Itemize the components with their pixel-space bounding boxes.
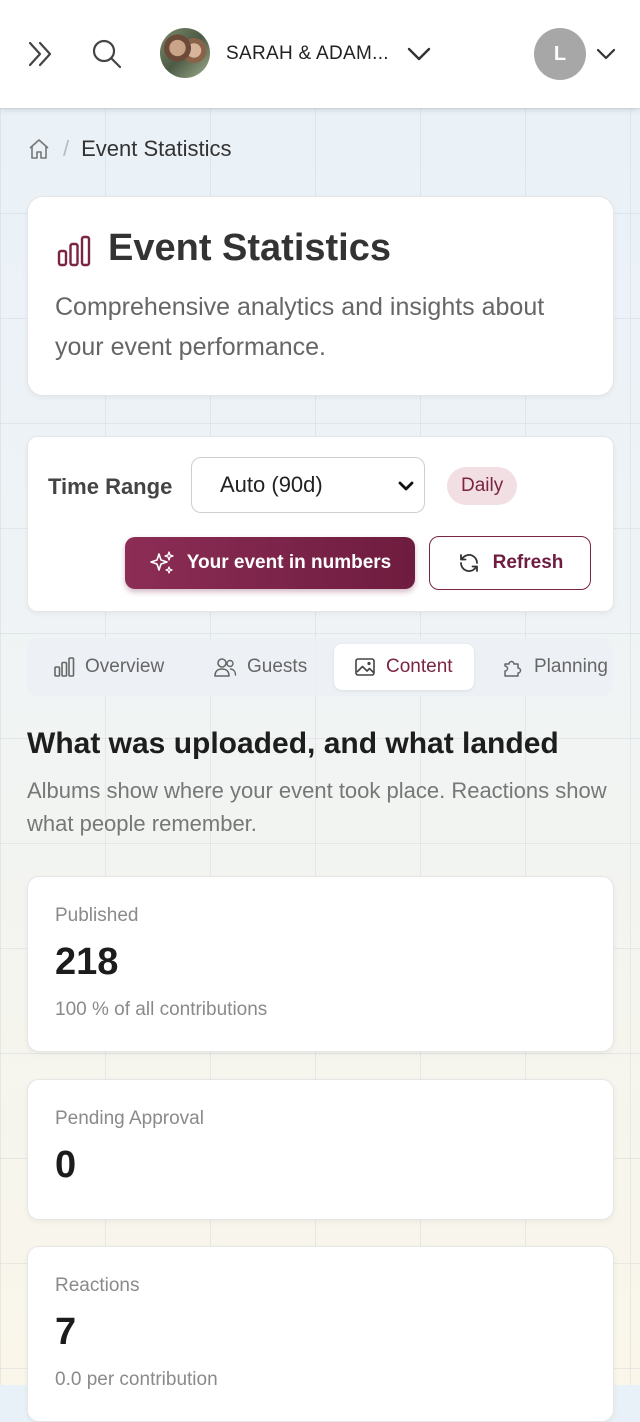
page-subtitle: Comprehensive analytics and insights abo…	[55, 293, 545, 361]
tab-label: Overview	[85, 656, 165, 677]
tab-label: Guests	[247, 656, 308, 677]
event-in-numbers-button[interactable]: Your event in numbers	[125, 537, 415, 589]
stat-note: 100 % of all contributions	[55, 999, 268, 1020]
page-title: Event Statistics	[108, 227, 391, 269]
home-icon[interactable]	[27, 137, 51, 161]
stat-label: Pending Approval	[55, 1108, 204, 1129]
page-header-card: Event Statistics Comprehensive analytics…	[27, 196, 614, 396]
user-menu-chevron-icon[interactable]	[594, 42, 618, 66]
time-range-select[interactable]: Auto (90d)	[191, 457, 425, 513]
expand-sidebar-icon[interactable]	[26, 38, 56, 70]
chevron-down-icon	[396, 476, 416, 502]
tab-label: Content	[386, 656, 453, 677]
stat-value: 218	[55, 941, 119, 983]
search-icon[interactable]	[90, 37, 124, 71]
puzzle-icon	[502, 656, 524, 678]
tab-planning[interactable]: Planning	[482, 644, 612, 690]
stat-card-reactions: Reactions 7 0.0 per contribution	[27, 1246, 614, 1422]
stat-card-pending-approval: Pending Approval 0	[27, 1079, 614, 1220]
stat-value: 7	[55, 1311, 77, 1353]
event-avatar[interactable]	[160, 28, 210, 78]
event-switcher-chevron-icon[interactable]	[404, 40, 434, 68]
stat-value: 0	[55, 1144, 77, 1186]
time-range-value: Auto (90d)	[220, 472, 323, 497]
bar-chart-icon	[56, 233, 92, 274]
bar-chart-icon	[53, 656, 75, 678]
controls-card: Time Range Auto (90d) Daily Your event i…	[27, 436, 614, 612]
section-title: What was uploaded, and what landed	[27, 727, 559, 760]
top-bar: SARAH & ADAM... L	[0, 0, 640, 108]
stat-card-published: Published 218 100 % of all contributions	[27, 876, 614, 1052]
tab-label: Planning	[534, 656, 608, 677]
stat-label: Published	[55, 905, 139, 926]
stat-label: Reactions	[55, 1275, 140, 1296]
breadcrumb-current: Event Statistics	[81, 136, 232, 161]
time-range-label: Time Range	[48, 474, 173, 499]
breadcrumb: / Event Statistics	[27, 136, 232, 162]
event-name[interactable]: SARAH & ADAM...	[226, 43, 389, 65]
granularity-badge: Daily	[447, 467, 518, 505]
stat-note: 0.0 per contribution	[55, 1369, 218, 1390]
refresh-icon	[457, 551, 481, 575]
user-avatar[interactable]: L	[534, 28, 586, 80]
breadcrumb-separator: /	[63, 136, 70, 161]
tab-guests[interactable]: Guests	[193, 644, 327, 690]
tab-overview[interactable]: Overview	[33, 644, 184, 690]
statistics-tabs: Overview Guests Content Planning	[27, 638, 612, 696]
users-icon	[213, 656, 237, 678]
image-icon	[354, 657, 376, 677]
sparkles-icon	[149, 550, 175, 576]
refresh-label: Refresh	[492, 552, 564, 573]
event-in-numbers-label: Your event in numbers	[186, 552, 392, 573]
refresh-button[interactable]: Refresh	[429, 536, 591, 590]
section-subtitle: Albums show where your event took place.…	[27, 778, 607, 836]
tab-content[interactable]: Content	[334, 644, 474, 690]
